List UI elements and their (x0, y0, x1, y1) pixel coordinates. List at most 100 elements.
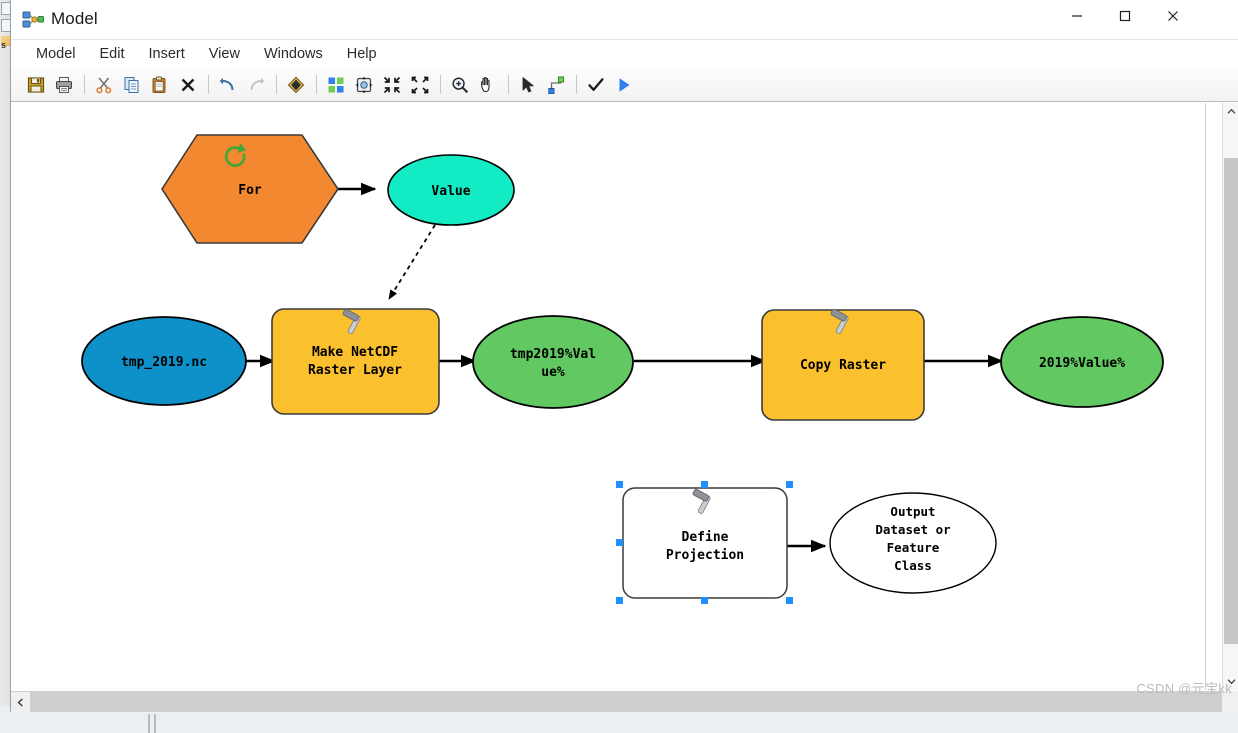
node-label-value: Value (431, 184, 470, 199)
selection-handle-middle-left[interactable] (616, 539, 623, 546)
model-node-for-iterator[interactable]: For (161, 134, 339, 244)
separator-3 (276, 75, 277, 94)
node-label-output-line1: Output (890, 504, 935, 519)
selection-handle-top-center[interactable] (701, 481, 708, 488)
checkmark-icon (588, 77, 604, 91)
model-node-tmp-2019-nc[interactable]: tmp_2019.nc (81, 316, 247, 406)
copy-icon (124, 76, 139, 93)
zoom-in-button[interactable] (407, 72, 433, 98)
node-label-tmp-2019-nc: tmp_2019.nc (121, 355, 207, 370)
scroll-up-button[interactable] (1223, 103, 1238, 120)
model-canvas[interactable]: For Value tmp_2019.nc Make NetCDF Raster… (12, 103, 1206, 690)
node-label-copy-raster: Copy Raster (800, 358, 886, 373)
node-label-output-line4: Class (894, 558, 932, 573)
run-button[interactable] (611, 72, 637, 98)
vertical-scrollbar[interactable] (1222, 103, 1238, 690)
pan-tool-button[interactable] (475, 72, 501, 98)
menu-bar: Model Edit Insert View Windows Help (11, 40, 1238, 68)
minimize-button[interactable] (1054, 0, 1100, 32)
model-node-output-dataset-or-feature-class[interactable]: Output Dataset or Feature Class (829, 492, 997, 594)
menu-help[interactable]: Help (336, 43, 388, 65)
connector-value-to-make-netcdf (388, 224, 436, 300)
selection-handle-bottom-right[interactable] (786, 597, 793, 604)
separator-6 (508, 75, 509, 94)
model-diagram-icon (21, 8, 45, 32)
model-node-tmp2019-value[interactable]: tmp2019%Val ue% (472, 315, 634, 409)
scissors-icon (96, 77, 112, 93)
selection-handle-top-left[interactable] (616, 481, 623, 488)
bg-tick-2 (154, 714, 156, 733)
node-label-define-projection-line2: Projection (666, 548, 744, 563)
maximize-icon (1119, 10, 1131, 22)
menu-edit[interactable]: Edit (89, 43, 136, 65)
cut-button[interactable] (91, 72, 117, 98)
model-canvas-area: For Value tmp_2019.nc Make NetCDF Raster… (11, 103, 1238, 712)
model-diagram: For Value tmp_2019.nc Make NetCDF Raster… (81, 134, 1164, 604)
menu-view[interactable]: View (198, 43, 251, 65)
scroll-left-button[interactable] (11, 692, 30, 712)
bg-tick-1 (148, 714, 150, 733)
arrows-outward-icon (411, 76, 429, 93)
selection-handle-bottom-left[interactable] (616, 597, 623, 604)
node-label-output-line2: Dataset or (875, 522, 951, 537)
magnifier-plus-icon (452, 76, 469, 93)
node-label-make-netcdf-line1: Make NetCDF (312, 345, 398, 360)
connect-tool-button[interactable] (543, 72, 569, 98)
menu-insert[interactable]: Insert (138, 43, 196, 65)
auto-layout-button[interactable] (323, 72, 349, 98)
node-label-tmp2019-value-line1: tmp2019%Val (510, 347, 596, 362)
delete-button[interactable] (175, 72, 201, 98)
arrow-cursor-icon (522, 76, 534, 92)
add-data-diamond-icon (287, 76, 305, 93)
save-icon (27, 76, 45, 93)
toolbar (11, 68, 1238, 102)
select-tool-button[interactable] (515, 72, 541, 98)
paste-button[interactable] (147, 72, 173, 98)
separator-5 (440, 75, 441, 94)
node-label-define-projection-line1: Define (682, 530, 729, 545)
title-bar: Model (11, 0, 1238, 40)
selection-handle-top-right[interactable] (786, 481, 793, 488)
menu-model[interactable]: Model (25, 43, 87, 65)
horizontal-scrollbar[interactable] (11, 691, 1222, 712)
model-node-copy-raster[interactable]: Copy Raster (761, 308, 925, 421)
model-node-value[interactable]: Value (387, 154, 515, 226)
validate-button[interactable] (583, 72, 609, 98)
separator-2 (208, 75, 209, 94)
menu-windows[interactable]: Windows (253, 43, 334, 65)
scrollbar-corner (1222, 691, 1238, 712)
model-node-make-netcdf-raster-layer[interactable]: Make NetCDF Raster Layer (271, 308, 440, 415)
model-node-2019-value[interactable]: 2019%Value% (1000, 316, 1164, 408)
model-builder-window: Model Model Edit Insert View Windows Hel… (10, 0, 1238, 712)
print-button[interactable] (51, 72, 77, 98)
four-squares-icon (328, 77, 344, 92)
redo-arrow-icon (250, 77, 265, 90)
model-node-define-projection[interactable]: Define Projection (616, 481, 793, 604)
vertical-scrollbar-thumb[interactable] (1224, 158, 1238, 644)
redo-button[interactable] (243, 72, 269, 98)
copy-button[interactable] (119, 72, 145, 98)
selection-handle-bottom-center[interactable] (701, 597, 708, 604)
close-icon (1168, 11, 1178, 21)
scroll-down-button[interactable] (1223, 673, 1238, 690)
play-triangle-icon (619, 77, 630, 92)
add-data-button[interactable] (283, 72, 309, 98)
full-extent-icon (355, 76, 373, 93)
undo-button[interactable] (215, 72, 241, 98)
x-mark-icon (181, 78, 195, 91)
save-button[interactable] (23, 72, 49, 98)
paste-icon (152, 76, 166, 93)
connect-nodes-icon (548, 75, 565, 94)
maximize-button[interactable] (1102, 0, 1148, 32)
hand-pan-icon (481, 76, 490, 92)
chevron-left-icon (17, 697, 23, 707)
minimize-icon (1072, 15, 1082, 17)
separator-7 (576, 75, 577, 94)
zoom-out-button[interactable] (379, 72, 405, 98)
node-label-tmp2019-value-line2: ue% (541, 365, 565, 380)
arrows-inward-icon (383, 76, 401, 93)
close-button[interactable] (1150, 0, 1196, 32)
zoom-tool-button[interactable] (447, 72, 473, 98)
bg-partial-label: s (1, 40, 7, 50)
full-extent-button[interactable] (351, 72, 377, 98)
